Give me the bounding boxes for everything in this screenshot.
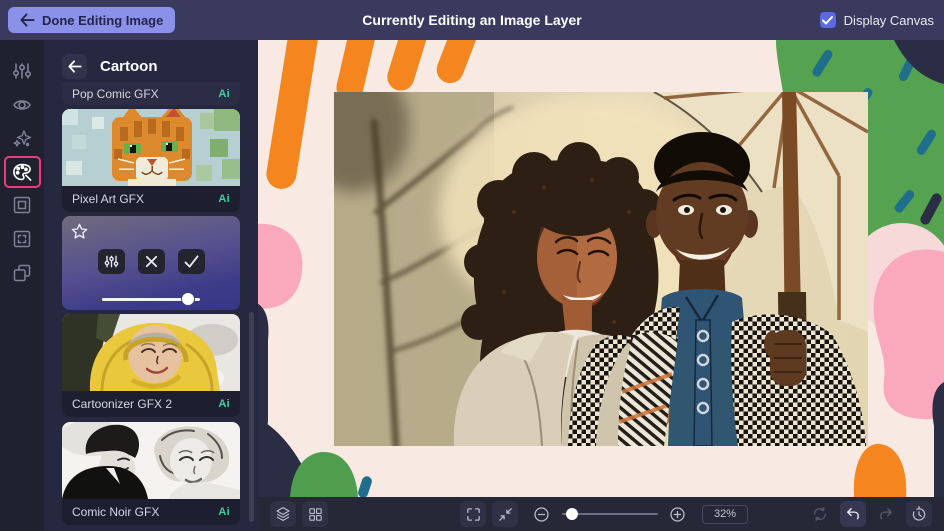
layers-icon (276, 507, 290, 521)
reset-history-button[interactable] (906, 501, 932, 527)
effect-label: Pixel Art GFX (72, 192, 145, 206)
favorite-star-button[interactable] (71, 223, 88, 243)
zoom-out-button[interactable] (528, 501, 554, 527)
display-canvas-toggle[interactable]: Display Canvas (819, 0, 934, 40)
check-icon (822, 15, 834, 24)
redo-button[interactable] (873, 501, 899, 527)
x-icon (145, 255, 157, 268)
effect-item-pixel-art[interactable]: Pixel Art GFX Ai (62, 109, 240, 212)
check-icon (184, 255, 198, 268)
tool-rail (0, 40, 44, 531)
effect-settings-button[interactable] (97, 249, 125, 274)
effects-panel: Cartoon Pop Comic GFX Ai Pixel Art GFX A… (44, 40, 258, 531)
panel-back-button[interactable] (62, 54, 87, 79)
zoom-slider-handle[interactable] (565, 508, 578, 520)
grid-view-button[interactable] (302, 501, 328, 527)
panel-scrollbar[interactable] (249, 312, 254, 522)
undo-button[interactable] (840, 501, 866, 527)
fullscreen-icon (466, 507, 480, 521)
top-bar: Done Editing Image Currently Editing an … (0, 0, 944, 40)
overlapping-squares-icon (13, 264, 31, 282)
effect-card-label-bar: Pixel Art GFX Ai (62, 186, 240, 212)
active-effect-card[interactable] (62, 216, 240, 310)
panel-title: Cartoon (100, 58, 158, 75)
effect-label: Pop Comic GFX (72, 86, 159, 101)
cartoonizer-thumbnail (62, 314, 240, 391)
grid-icon (308, 507, 322, 521)
tool-effects-button[interactable] (3, 122, 41, 156)
ai-badge: Ai (218, 87, 230, 100)
effect-label: Cartoonizer GFX 2 (72, 397, 173, 411)
undo-icon (847, 508, 859, 520)
zoom-in-button[interactable] (664, 501, 690, 527)
sliders-icon (12, 63, 32, 79)
effect-card-label-bar: Cartoonizer GFX 2 Ai (62, 391, 240, 417)
edited-image-layer[interactable] (334, 92, 868, 446)
back-arrow-icon (67, 60, 82, 73)
effect-item-pop-comic[interactable]: Pop Comic GFX Ai (62, 82, 240, 105)
sliders-icon (104, 255, 118, 268)
history-icon (912, 506, 926, 521)
sparkles-icon (13, 130, 32, 147)
tool-graphics-button[interactable] (3, 256, 41, 290)
fullscreen-button[interactable] (460, 501, 486, 527)
eye-icon (13, 100, 31, 110)
minus-circle-icon (533, 506, 549, 522)
canvas-toolbar: 32% (258, 497, 944, 531)
refresh-icon (814, 506, 826, 522)
frame-icon (13, 196, 31, 214)
tool-frames-button[interactable] (3, 188, 41, 222)
fit-screen-icon (498, 507, 512, 521)
display-canvas-label: Display Canvas (843, 12, 934, 28)
comic-noir-thumbnail (62, 422, 240, 499)
effect-item-cartoonizer-2[interactable]: Cartoonizer GFX 2 Ai (62, 314, 240, 417)
palette-icon (13, 163, 32, 181)
history-controls (807, 501, 932, 527)
effect-item-comic-noir[interactable]: Comic Noir GFX Ai (62, 422, 240, 525)
star-icon (71, 223, 88, 239)
ai-badge: Ai (218, 506, 230, 518)
canvas-viewport[interactable]: 32% (258, 40, 944, 531)
slider-handle[interactable] (181, 292, 196, 306)
pixel-art-thumbnail (62, 109, 240, 186)
display-canvas-checkbox[interactable] (819, 12, 836, 28)
effect-label: Comic Noir GFX (72, 505, 160, 519)
ornate-frame-icon (13, 230, 31, 248)
tool-overlays-button[interactable] (3, 222, 41, 256)
ai-badge: Ai (218, 398, 230, 410)
ai-badge: Ai (218, 193, 230, 205)
effect-card-label-bar: Comic Noir GFX Ai (62, 499, 240, 525)
zoom-slider[interactable] (562, 507, 658, 521)
cancel-effect-button[interactable] (137, 249, 165, 274)
panel-header: Cartoon (62, 54, 158, 79)
apply-effect-button[interactable] (177, 249, 205, 274)
redo-icon (880, 508, 892, 520)
fit-to-screen-button[interactable] (492, 501, 518, 527)
layers-button[interactable] (270, 501, 296, 527)
editing-status-title: Currently Editing an Image Layer (362, 12, 582, 28)
photo-editor-app: Done Editing Image Currently Editing an … (0, 0, 944, 531)
tool-adjust-button[interactable] (3, 54, 41, 88)
active-effect-controls (62, 249, 240, 274)
tool-touchup-button[interactable] (3, 88, 41, 122)
effect-strength-slider[interactable] (102, 292, 200, 306)
tool-artsy-button[interactable] (3, 156, 41, 188)
refresh-button[interactable] (807, 501, 833, 527)
plus-circle-icon (669, 506, 685, 522)
zoom-percent-field[interactable]: 32% (702, 504, 748, 524)
